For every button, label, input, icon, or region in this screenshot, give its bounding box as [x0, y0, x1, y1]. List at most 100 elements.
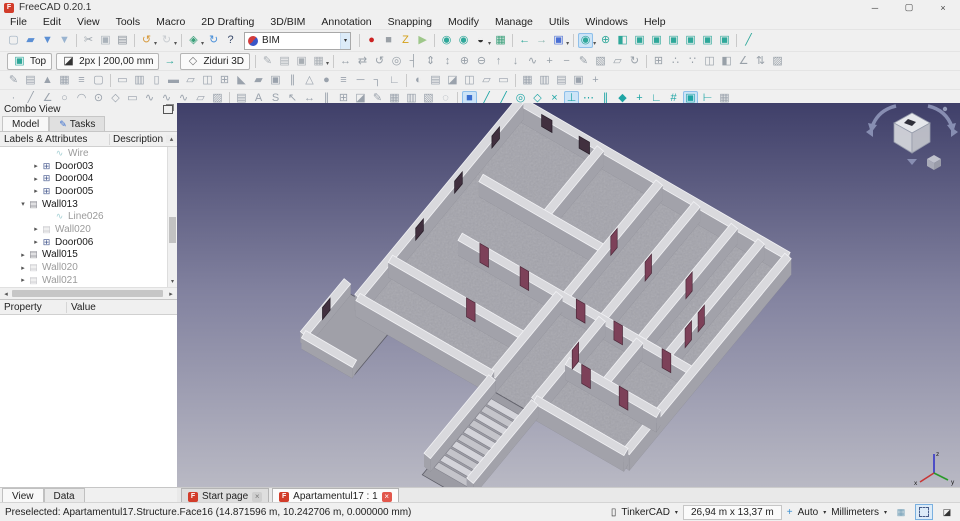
nav-style-label[interactable]: TinkerCAD — [621, 507, 670, 518]
draft-copy-icon[interactable]: ⇄ — [355, 54, 370, 69]
draft-mirror-icon[interactable]: ◧ — [719, 54, 734, 69]
draft-trimex-icon[interactable]: ┤ — [406, 54, 421, 69]
bim-truss-icon[interactable]: △ — [302, 73, 317, 88]
draft-subelement-highlight-icon[interactable]: ▧ — [593, 54, 608, 69]
menu-view[interactable]: View — [69, 16, 108, 28]
menu-windows[interactable]: Windows — [577, 16, 636, 28]
draft-select-group-icon[interactable]: ▦ — [311, 54, 326, 69]
bim-frame-icon[interactable]: ▣ — [268, 73, 283, 88]
expander-icon[interactable]: ▸ — [31, 175, 41, 183]
tree-scroll-up-icon[interactable]: ▴ — [166, 135, 177, 143]
close-icon[interactable]: × — [926, 0, 960, 15]
3d-scene[interactable]: zx y — [177, 103, 960, 487]
draft-shape2dview-icon[interactable]: ▱ — [610, 54, 625, 69]
bim-level-icon[interactable]: ≡ — [74, 73, 89, 88]
menu-macro[interactable]: Macro — [148, 16, 193, 28]
copy-icon[interactable]: ▣ — [98, 33, 113, 48]
bim-roof-icon[interactable]: ◣ — [234, 73, 249, 88]
bim-building-icon[interactable]: ▦ — [57, 73, 72, 88]
workbench-tools-caret-icon[interactable]: ▾ — [201, 40, 204, 47]
draft-join-icon[interactable]: ⊕ — [457, 54, 472, 69]
nav-back-icon[interactable]: ← — [517, 33, 532, 48]
bim-beam-icon[interactable]: ▬ — [166, 73, 181, 88]
units-label[interactable]: Millimeters — [831, 507, 879, 518]
line-width-button[interactable]: ◪ 2px | 200,00 mm — [56, 52, 160, 70]
zoom-tool-caret-icon[interactable]: ▾ — [593, 40, 596, 47]
texture-mode-icon[interactable]: ▦ — [493, 33, 508, 48]
selection-view-icon[interactable]: ◉ — [439, 33, 454, 48]
bim-rebar-icon[interactable]: ≡ — [336, 73, 351, 88]
view-axonometric-icon[interactable]: ◧ — [615, 33, 630, 48]
draft-add-point-icon[interactable]: + — [542, 54, 557, 69]
expander-icon[interactable]: ▾ — [18, 200, 28, 208]
redo-caret-icon[interactable]: ▾ — [174, 40, 177, 47]
tree-item-door005[interactable]: ▸ ⊞ Door005 — [0, 185, 177, 198]
macro-execute-icon[interactable]: ▶ — [415, 33, 430, 48]
tree-scroll-right-icon[interactable]: ▸ — [165, 290, 177, 298]
bim-column-icon[interactable]: ▯ — [149, 73, 164, 88]
view-left-icon[interactable]: ▣ — [717, 33, 732, 48]
box-selection-icon[interactable]: ◉ — [456, 33, 471, 48]
tab-data[interactable]: Data — [43, 488, 85, 503]
draft-layer-icon[interactable]: ▤ — [277, 54, 292, 69]
bim-ifc-explorer-icon[interactable]: ▦ — [520, 73, 535, 88]
property-column-header[interactable]: Property — [0, 301, 67, 313]
menu-manage[interactable]: Manage — [487, 16, 541, 28]
tree-item-door003[interactable]: ▸ ⊞ Door003 — [0, 160, 177, 173]
draft-add-to-group-icon[interactable]: ▣ — [294, 54, 309, 69]
draft-offset-icon[interactable]: ◎ — [389, 54, 404, 69]
macro-stop-icon[interactable]: ■ — [381, 33, 396, 48]
menu-edit[interactable]: Edit — [35, 16, 69, 28]
paste-icon[interactable]: ▤ — [115, 33, 130, 48]
cut-icon[interactable]: ✂ — [81, 33, 96, 48]
linked-object-nav-caret-icon[interactable]: ▾ — [566, 40, 569, 47]
draft-autogroup-arrow-icon[interactable]: → — [162, 54, 177, 69]
draft-clone-icon[interactable]: ◫ — [702, 54, 717, 69]
draft-path-array-icon[interactable]: ∴ — [668, 54, 683, 69]
view-bottom-icon[interactable]: ▣ — [700, 33, 715, 48]
caret-down-icon[interactable]: ▾ — [823, 509, 826, 516]
draft-to-sketch-icon[interactable]: ↻ — [627, 54, 642, 69]
tree-item-wall013[interactable]: ▾ ▤ Wall013 — [0, 198, 177, 211]
redo-icon[interactable]: ↻ — [159, 33, 174, 48]
bim-connector-icon[interactable]: ┐ — [370, 73, 385, 88]
menu-2d-drafting[interactable]: 2D Drafting — [193, 16, 262, 28]
menu-annotation[interactable]: Annotation — [313, 16, 379, 28]
expander-icon[interactable]: ▸ — [18, 251, 28, 259]
bim-panel-icon[interactable]: ▰ — [251, 73, 266, 88]
expander-icon[interactable]: ▸ — [18, 276, 28, 284]
file-open-icon[interactable]: ▰ — [23, 33, 38, 48]
draw-style-caret-icon[interactable]: ▾ — [488, 40, 491, 47]
working-plane-top-button[interactable]: ▣ Top — [7, 52, 53, 70]
zoom-tool-icon[interactable]: ◉ — [578, 33, 594, 48]
view-fit-all-icon[interactable]: ⊕ — [598, 33, 613, 48]
draft-scale-icon[interactable]: ⇕ — [423, 54, 438, 69]
caret-down-icon[interactable]: ▾ — [675, 509, 678, 516]
tree-vscroll-thumb[interactable] — [169, 217, 176, 243]
draft-split-icon[interactable]: ⊖ — [474, 54, 489, 69]
close-tab-icon[interactable]: × — [252, 491, 263, 502]
draft-array-icon[interactable]: ⊞ — [651, 54, 666, 69]
undo-icon[interactable]: ↺ — [139, 33, 154, 48]
tree-item-wire[interactable]: ∿ Wire — [0, 147, 177, 160]
property-table-body[interactable] — [0, 315, 177, 487]
active-layer-button[interactable]: ◇ Ziduri 3D — [180, 52, 251, 70]
draft-hatch-icon[interactable]: ▨ — [770, 54, 785, 69]
bim-sketch-icon[interactable]: ✎ — [6, 73, 21, 88]
draft-select-group-caret-icon[interactable]: ▾ — [326, 60, 329, 67]
bim-equipment-icon[interactable]: ● — [319, 73, 334, 88]
bim-curtain-wall-icon[interactable]: ▥ — [132, 73, 147, 88]
bim-wall-icon[interactable]: ▭ — [115, 73, 130, 88]
draft-flip-icon[interactable]: ⇅ — [753, 54, 768, 69]
tree-scroll-left-icon[interactable]: ◂ — [0, 290, 12, 298]
draft-upgrade-icon[interactable]: ↑ — [491, 54, 506, 69]
menu-utils[interactable]: Utils — [541, 16, 577, 28]
bim-material-icon[interactable]: ◐ — [411, 73, 426, 88]
nav-forward-icon[interactable]: → — [534, 33, 549, 48]
refresh-icon[interactable]: ↻ — [206, 33, 221, 48]
3d-viewport[interactable]: zxy — [177, 103, 960, 487]
tree-item-door004[interactable]: ▸ ⊞ Door004 — [0, 172, 177, 185]
file-save-icon[interactable]: ▼ — [40, 33, 55, 48]
tree-header-description[interactable]: Description — [110, 134, 166, 145]
bim-elevation-icon[interactable]: ◫ — [462, 73, 477, 88]
